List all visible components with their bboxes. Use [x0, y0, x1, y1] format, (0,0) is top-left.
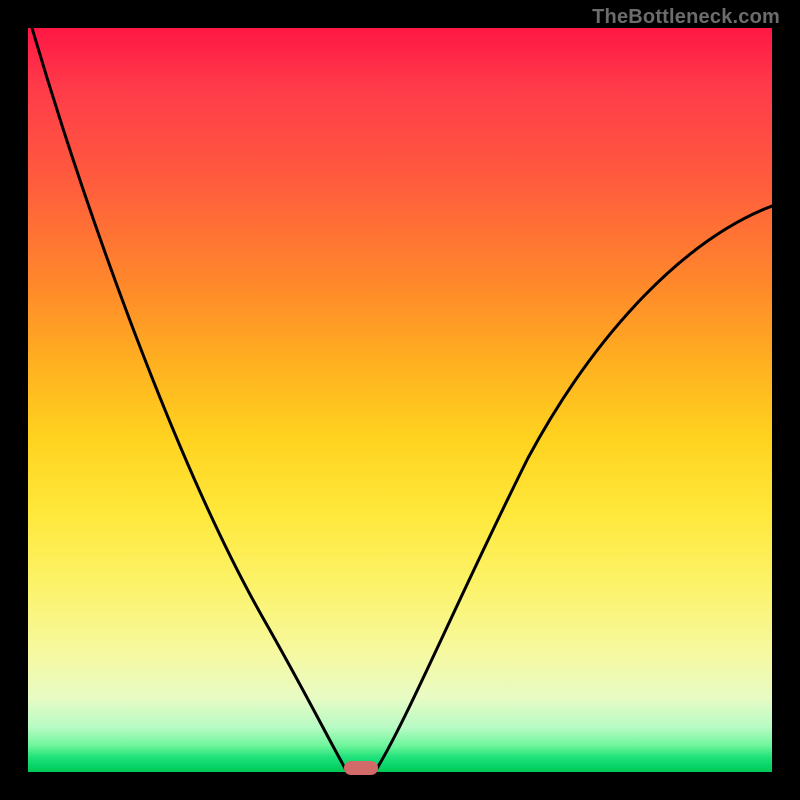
watermark-text: TheBottleneck.com — [592, 6, 780, 29]
right-curve — [376, 206, 772, 770]
left-curve — [32, 28, 346, 770]
optimal-marker — [344, 761, 378, 775]
curves-svg — [28, 28, 772, 772]
chart-container: TheBottleneck.com — [0, 0, 800, 800]
plot-area — [28, 28, 772, 772]
